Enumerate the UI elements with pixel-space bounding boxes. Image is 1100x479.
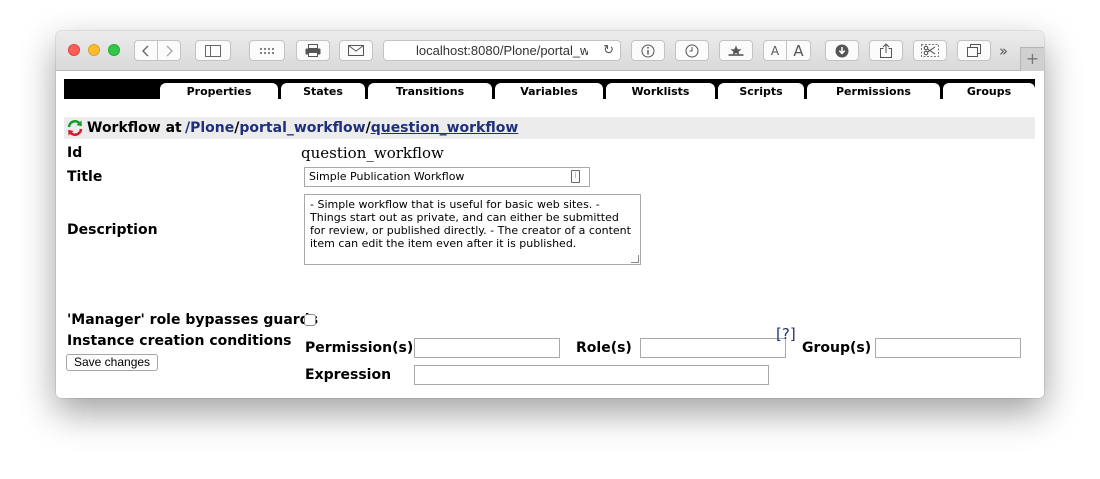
- clipper-button[interactable]: [913, 40, 947, 61]
- url-text: localhost:8080/Plone/portal_w: [416, 43, 588, 58]
- expression-input[interactable]: [414, 365, 769, 385]
- zoom-window-button[interactable]: [108, 44, 120, 56]
- envelope-icon: [348, 45, 364, 56]
- id-label: Id: [67, 145, 83, 161]
- breadcrumb-plone[interactable]: /Plone: [185, 120, 234, 136]
- tabs-overview-button[interactable]: [957, 40, 991, 61]
- info-icon: [641, 44, 655, 57]
- description-label: Description: [67, 222, 158, 238]
- description-value: - Simple workflow that is useful for bas…: [310, 198, 631, 250]
- downloads-button[interactable]: [825, 40, 859, 61]
- sidebar-icon: [205, 44, 221, 57]
- expression-label: Expression: [305, 367, 392, 383]
- title-label: Title: [67, 169, 103, 185]
- management-tabs: Properties States Transitions Variables …: [64, 79, 1035, 100]
- share-button[interactable]: [869, 40, 903, 61]
- sidebar-button[interactable]: [195, 40, 231, 61]
- minimize-window-button[interactable]: [88, 44, 100, 56]
- roles-label: Role(s): [576, 340, 632, 356]
- grid-icon: [259, 47, 275, 54]
- roles-input[interactable]: [640, 338, 786, 358]
- expression-help-link[interactable]: [?]: [776, 325, 796, 343]
- reload-icon[interactable]: ↻: [603, 42, 614, 58]
- download-icon: [835, 44, 849, 57]
- workflow-icon: [67, 120, 83, 136]
- bookmark-star-icon: [728, 45, 744, 56]
- tab-permissions[interactable]: Permissions: [807, 83, 940, 99]
- back-button[interactable]: [134, 40, 158, 61]
- breadcrumb-portal-workflow[interactable]: portal_workflow: [239, 120, 365, 136]
- tabs-icon: [967, 44, 981, 57]
- bypass-guards-checkbox[interactable]: [304, 314, 316, 326]
- bookmark-button[interactable]: [719, 40, 753, 61]
- tab-properties[interactable]: Properties: [160, 83, 278, 100]
- resize-handle[interactable]: [631, 255, 639, 263]
- groups-input[interactable]: [875, 338, 1021, 358]
- tab-states[interactable]: States: [281, 83, 365, 99]
- tab-worklists[interactable]: Worklists: [606, 83, 715, 99]
- close-window-button[interactable]: [68, 44, 80, 56]
- title-input[interactable]: Simple Publication Workflow ⁝: [304, 167, 590, 187]
- chevron-right-icon: [166, 45, 173, 56]
- save-changes-button[interactable]: Save changes: [66, 354, 159, 371]
- tab-variables[interactable]: Variables: [495, 83, 603, 99]
- share-icon: [880, 43, 892, 58]
- info-button[interactable]: [631, 40, 665, 61]
- tab-groups[interactable]: Groups: [943, 83, 1035, 99]
- share-email-button[interactable]: [339, 40, 373, 61]
- workflow-at-label: Workflow at: [87, 120, 182, 136]
- instance-creation-label: Instance creation conditions: [67, 333, 292, 349]
- address-bar[interactable]: localhost:8080/Plone/portal_w ↻: [383, 40, 621, 61]
- breadcrumb-question-workflow[interactable]: question_workflow: [371, 120, 519, 136]
- browser-toolbar: localhost:8080/Plone/portal_w ↻ A A ›› +: [56, 31, 1044, 71]
- new-tab-button[interactable]: +: [1020, 47, 1044, 71]
- autofill-icon[interactable]: ⁝: [571, 170, 580, 183]
- description-textarea[interactable]: - Simple workflow that is useful for bas…: [304, 194, 641, 265]
- title-input-value: Simple Publication Workflow: [309, 170, 465, 183]
- page-content: Properties States Transitions Variables …: [56, 71, 1044, 398]
- top-sites-button[interactable]: [249, 40, 285, 61]
- toolbar-overflow-button[interactable]: ››: [999, 42, 1008, 60]
- chevron-left-icon: [142, 45, 149, 56]
- print-button[interactable]: [296, 40, 330, 61]
- breadcrumb: /Plone/portal_workflow/question_workflow: [185, 120, 518, 136]
- printer-icon: [305, 44, 321, 57]
- groups-label: Group(s): [802, 340, 872, 356]
- text-larger-button[interactable]: A: [786, 40, 811, 61]
- id-value: question_workflow: [301, 144, 444, 162]
- tab-scripts[interactable]: Scripts: [718, 83, 804, 99]
- bypass-guards-label: 'Manager' role bypasses guards: [67, 312, 319, 328]
- permissions-input[interactable]: [414, 338, 560, 358]
- text-smaller-button[interactable]: A: [763, 40, 787, 61]
- forward-button[interactable]: [157, 40, 181, 61]
- clock-icon: [685, 44, 699, 57]
- permissions-label: Permission(s): [305, 340, 414, 356]
- scissors-icon: [921, 44, 939, 57]
- workflow-header: Workflow at /Plone/portal_workflow/quest…: [64, 117, 1035, 139]
- tab-transitions[interactable]: Transitions: [368, 83, 492, 99]
- browser-window: localhost:8080/Plone/portal_w ↻ A A ›› +: [56, 31, 1044, 398]
- history-button[interactable]: [675, 40, 709, 61]
